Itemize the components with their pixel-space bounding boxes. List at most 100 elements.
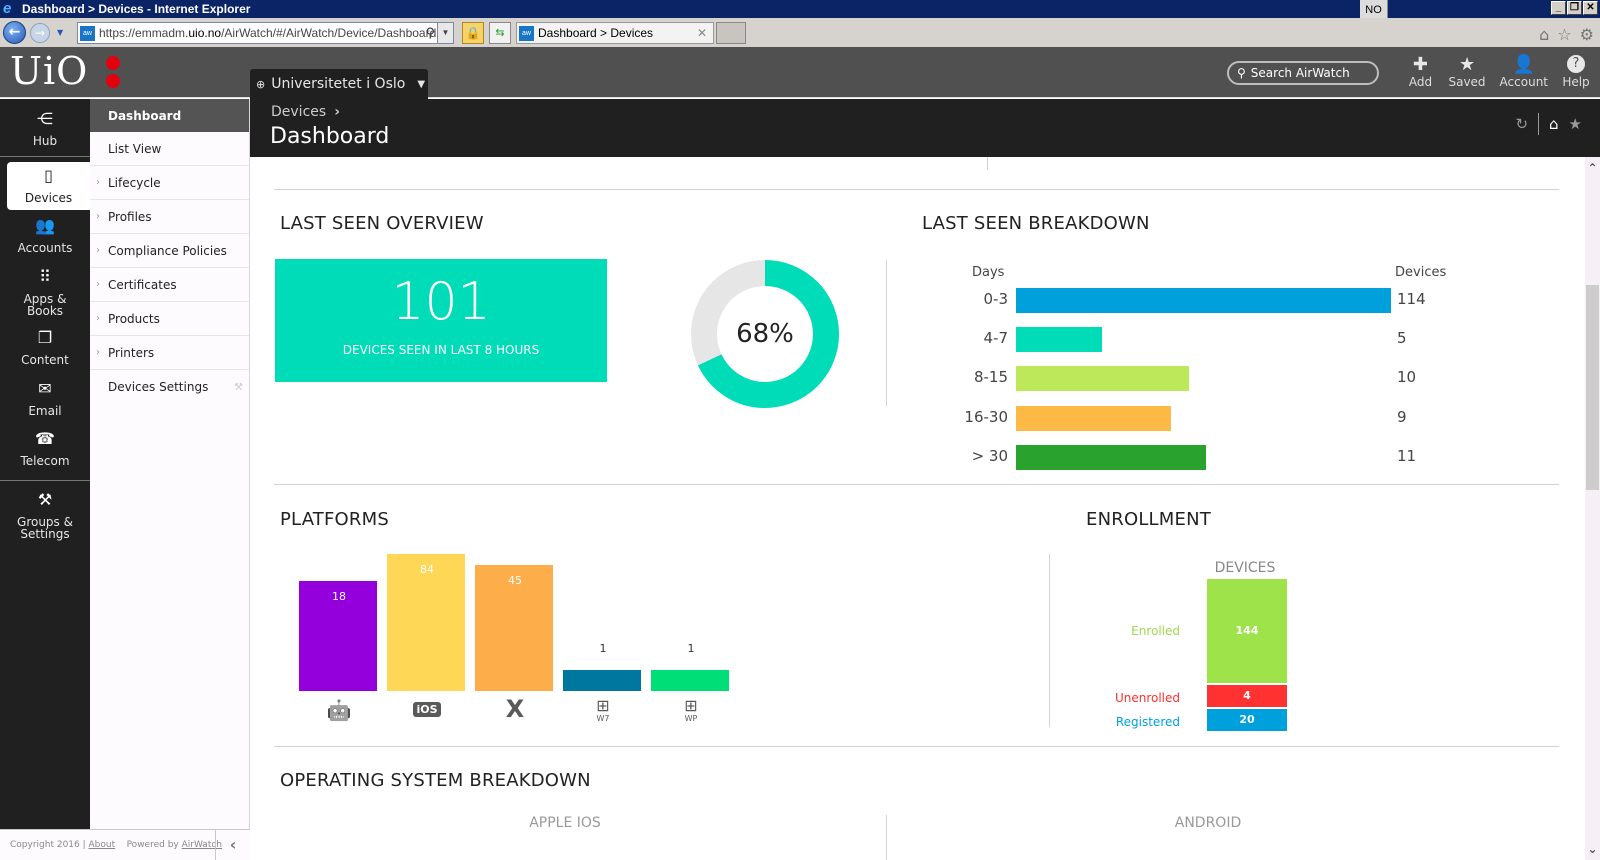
breakdown-days-label: 16-30 [964, 407, 1008, 426]
address-dropdown-icon[interactable]: ▼ [437, 23, 453, 43]
breakdown-bar[interactable] [1016, 327, 1102, 353]
rail-item-hub[interactable]: ⋲ Hub [0, 111, 90, 148]
subnav-label: Certificates [108, 277, 177, 292]
rail-label: Email [28, 404, 62, 418]
compatibility-view-icon[interactable]: ⇆ [489, 22, 511, 44]
breakdown-value: 10 [1397, 368, 1417, 387]
subnav-item-printers[interactable]: › Printers [90, 336, 249, 370]
rail-item-content[interactable]: ❐ Content [0, 328, 90, 367]
browser-tab[interactable]: aw Dashboard > Devices ✕ [516, 22, 714, 44]
address-bar[interactable]: aw https://emmadm. uio.no/AirWatch/#/AirW… [77, 22, 454, 44]
enrollment-segment[interactable]: 20 [1207, 709, 1287, 731]
search-airwatch-input[interactable]: ⚲ Search AirWatch [1227, 61, 1379, 85]
breakdown-bar[interactable] [1016, 288, 1391, 313]
history-dropdown-icon[interactable]: ▼ [57, 28, 63, 37]
subnav-label: Compliance Policies [108, 243, 227, 258]
subnav-item-certificates[interactable]: › Certificates [90, 268, 249, 302]
vertical-scrollbar[interactable]: ⌃ ⌄ [1585, 157, 1600, 860]
lock-icon[interactable]: 🔒 [462, 22, 484, 44]
ie-logo-icon: e [3, 0, 12, 17]
minimize-button[interactable]: _ [1551, 1, 1566, 15]
content-icon: ❐ [37, 328, 53, 347]
os-column-apple-ios: APPLE IOS [529, 815, 601, 831]
breakdown-value: 5 [1397, 329, 1407, 348]
scroll-up-icon[interactable]: ⌃ [1585, 161, 1600, 175]
breakdown-bar[interactable] [1016, 444, 1206, 470]
refresh-icon[interactable]: ↻ [1515, 115, 1528, 133]
scrollbar-thumb[interactable] [1586, 285, 1599, 490]
devices-column-header: Devices [1395, 265, 1447, 280]
breakdown-bar[interactable] [1016, 366, 1189, 392]
subnav-item-compliance-policies[interactable]: › Compliance Policies [90, 234, 249, 268]
subnav-item-products[interactable]: › Products [90, 302, 249, 336]
devices-subnav: Dashboard List View › Lifecycle › Profiles… [90, 99, 250, 829]
app-header: UiO ⊕ Universitetet i Oslo ▼ ⚲ Search Ai… [0, 47, 1600, 99]
tab-title: Dashboard > Devices [538, 26, 654, 40]
rail-label: Accounts [17, 241, 73, 255]
platform-value-label: 1 [599, 642, 607, 655]
url-prefix: https://emmadm. [99, 26, 189, 40]
breakdown-bar[interactable] [1016, 405, 1171, 431]
rail-label: Telecom [20, 454, 70, 468]
enrollment-segment[interactable]: 144 [1207, 579, 1287, 683]
rail-item-apps-books[interactable]: ⠿ Apps & Books [0, 269, 90, 318]
url-host: uio.no [188, 26, 222, 40]
tab-favicon: aw [519, 25, 534, 41]
saved-button[interactable]: ★ Saved [1448, 55, 1485, 90]
section-divider [274, 189, 1559, 190]
last-seen-overview-title: LAST SEEN OVERVIEW [280, 213, 484, 234]
forward-button[interactable]: → [30, 23, 50, 43]
uio-logo[interactable]: UiO [10, 49, 88, 93]
rail-item-accounts[interactable]: 👥 Accounts [0, 218, 90, 255]
chevron-right-icon: › [96, 211, 100, 222]
subnav-item-dashboard[interactable]: Dashboard [90, 99, 249, 132]
tab-close-icon[interactable]: ✕ [697, 26, 707, 40]
add-button[interactable]: ✚ Add [1406, 55, 1434, 90]
favorites-star-icon[interactable]: ☆ [1557, 25, 1571, 44]
account-label: Account [1499, 75, 1548, 89]
url-path: /AirWatch/#/AirWatch/Device/Dashboard [221, 26, 437, 40]
enrollment-title: ENROLLMENT [1086, 509, 1211, 530]
toolbar-divider [1538, 113, 1540, 135]
subnav-item-list-view[interactable]: List View [90, 132, 249, 166]
browser-home-icon[interactable]: ⌂ [1539, 25, 1549, 44]
collapse-sidebar-button[interactable]: ‹ [215, 830, 250, 860]
platform-bar[interactable] [563, 670, 641, 691]
subnav-item-profiles[interactable]: › Profiles [90, 200, 249, 234]
devices-seen-kpi-tile[interactable]: 101 DEVICES SEEN IN LAST 8 HOURS [275, 259, 607, 382]
subnav-label: Printers [108, 345, 155, 360]
settings-tools-icon: ⚒ [234, 381, 243, 393]
scroll-down-icon[interactable]: ⌄ [1585, 842, 1600, 856]
help-button[interactable]: ? Help [1562, 55, 1590, 89]
organization-group-selector[interactable]: ⊕ Universitetet i Oslo ▼ [250, 69, 428, 99]
platform-bar[interactable] [651, 670, 729, 691]
android-icon: 🤖 [326, 698, 352, 722]
home-icon[interactable]: ⌂ [1549, 115, 1559, 133]
rail-label: Devices [24, 191, 73, 205]
restore-button[interactable]: ❐ [1567, 1, 1582, 15]
language-indicator[interactable]: NO [1360, 0, 1388, 18]
breadcrumb-devices[interactable]: Devices [271, 104, 326, 120]
close-window-button[interactable]: ✕ [1583, 1, 1598, 15]
subnav-label: Devices Settings [108, 380, 209, 394]
chevron-right-icon: › [96, 347, 100, 358]
rail-item-telecom[interactable]: ☎ Telecom [0, 431, 90, 468]
back-button[interactable]: ← [3, 21, 26, 44]
subnav-item-devices-settings[interactable]: Devices Settings ⚒ [90, 370, 249, 404]
account-button[interactable]: 👤 Account [1499, 55, 1548, 90]
subnav-item-lifecycle[interactable]: › Lifecycle [90, 166, 249, 200]
organization-name: Universitetet i Oslo [271, 76, 406, 92]
new-tab-button[interactable] [716, 22, 746, 44]
settings-gear-icon[interactable]: ⚙ [1580, 25, 1594, 44]
about-link[interactable]: About [89, 840, 116, 850]
favorite-star-icon[interactable]: ★ [1569, 115, 1582, 133]
platform-value-label: 18 [332, 590, 346, 603]
rail-item-groups-settings[interactable]: ⚒ Groups & Settings [0, 490, 90, 541]
enrollment-label: Registered [1115, 715, 1180, 729]
rail-item-email[interactable]: ✉ Email [0, 381, 90, 418]
tools-icon: ⚒ [37, 490, 53, 509]
address-search-icon[interactable]: ⚲ [425, 25, 435, 41]
enrollment-segment[interactable]: 4 [1207, 685, 1287, 707]
enrollment-column-label: DEVICES [1214, 560, 1276, 576]
rail-item-devices[interactable]: ▯ Devices [7, 162, 90, 210]
